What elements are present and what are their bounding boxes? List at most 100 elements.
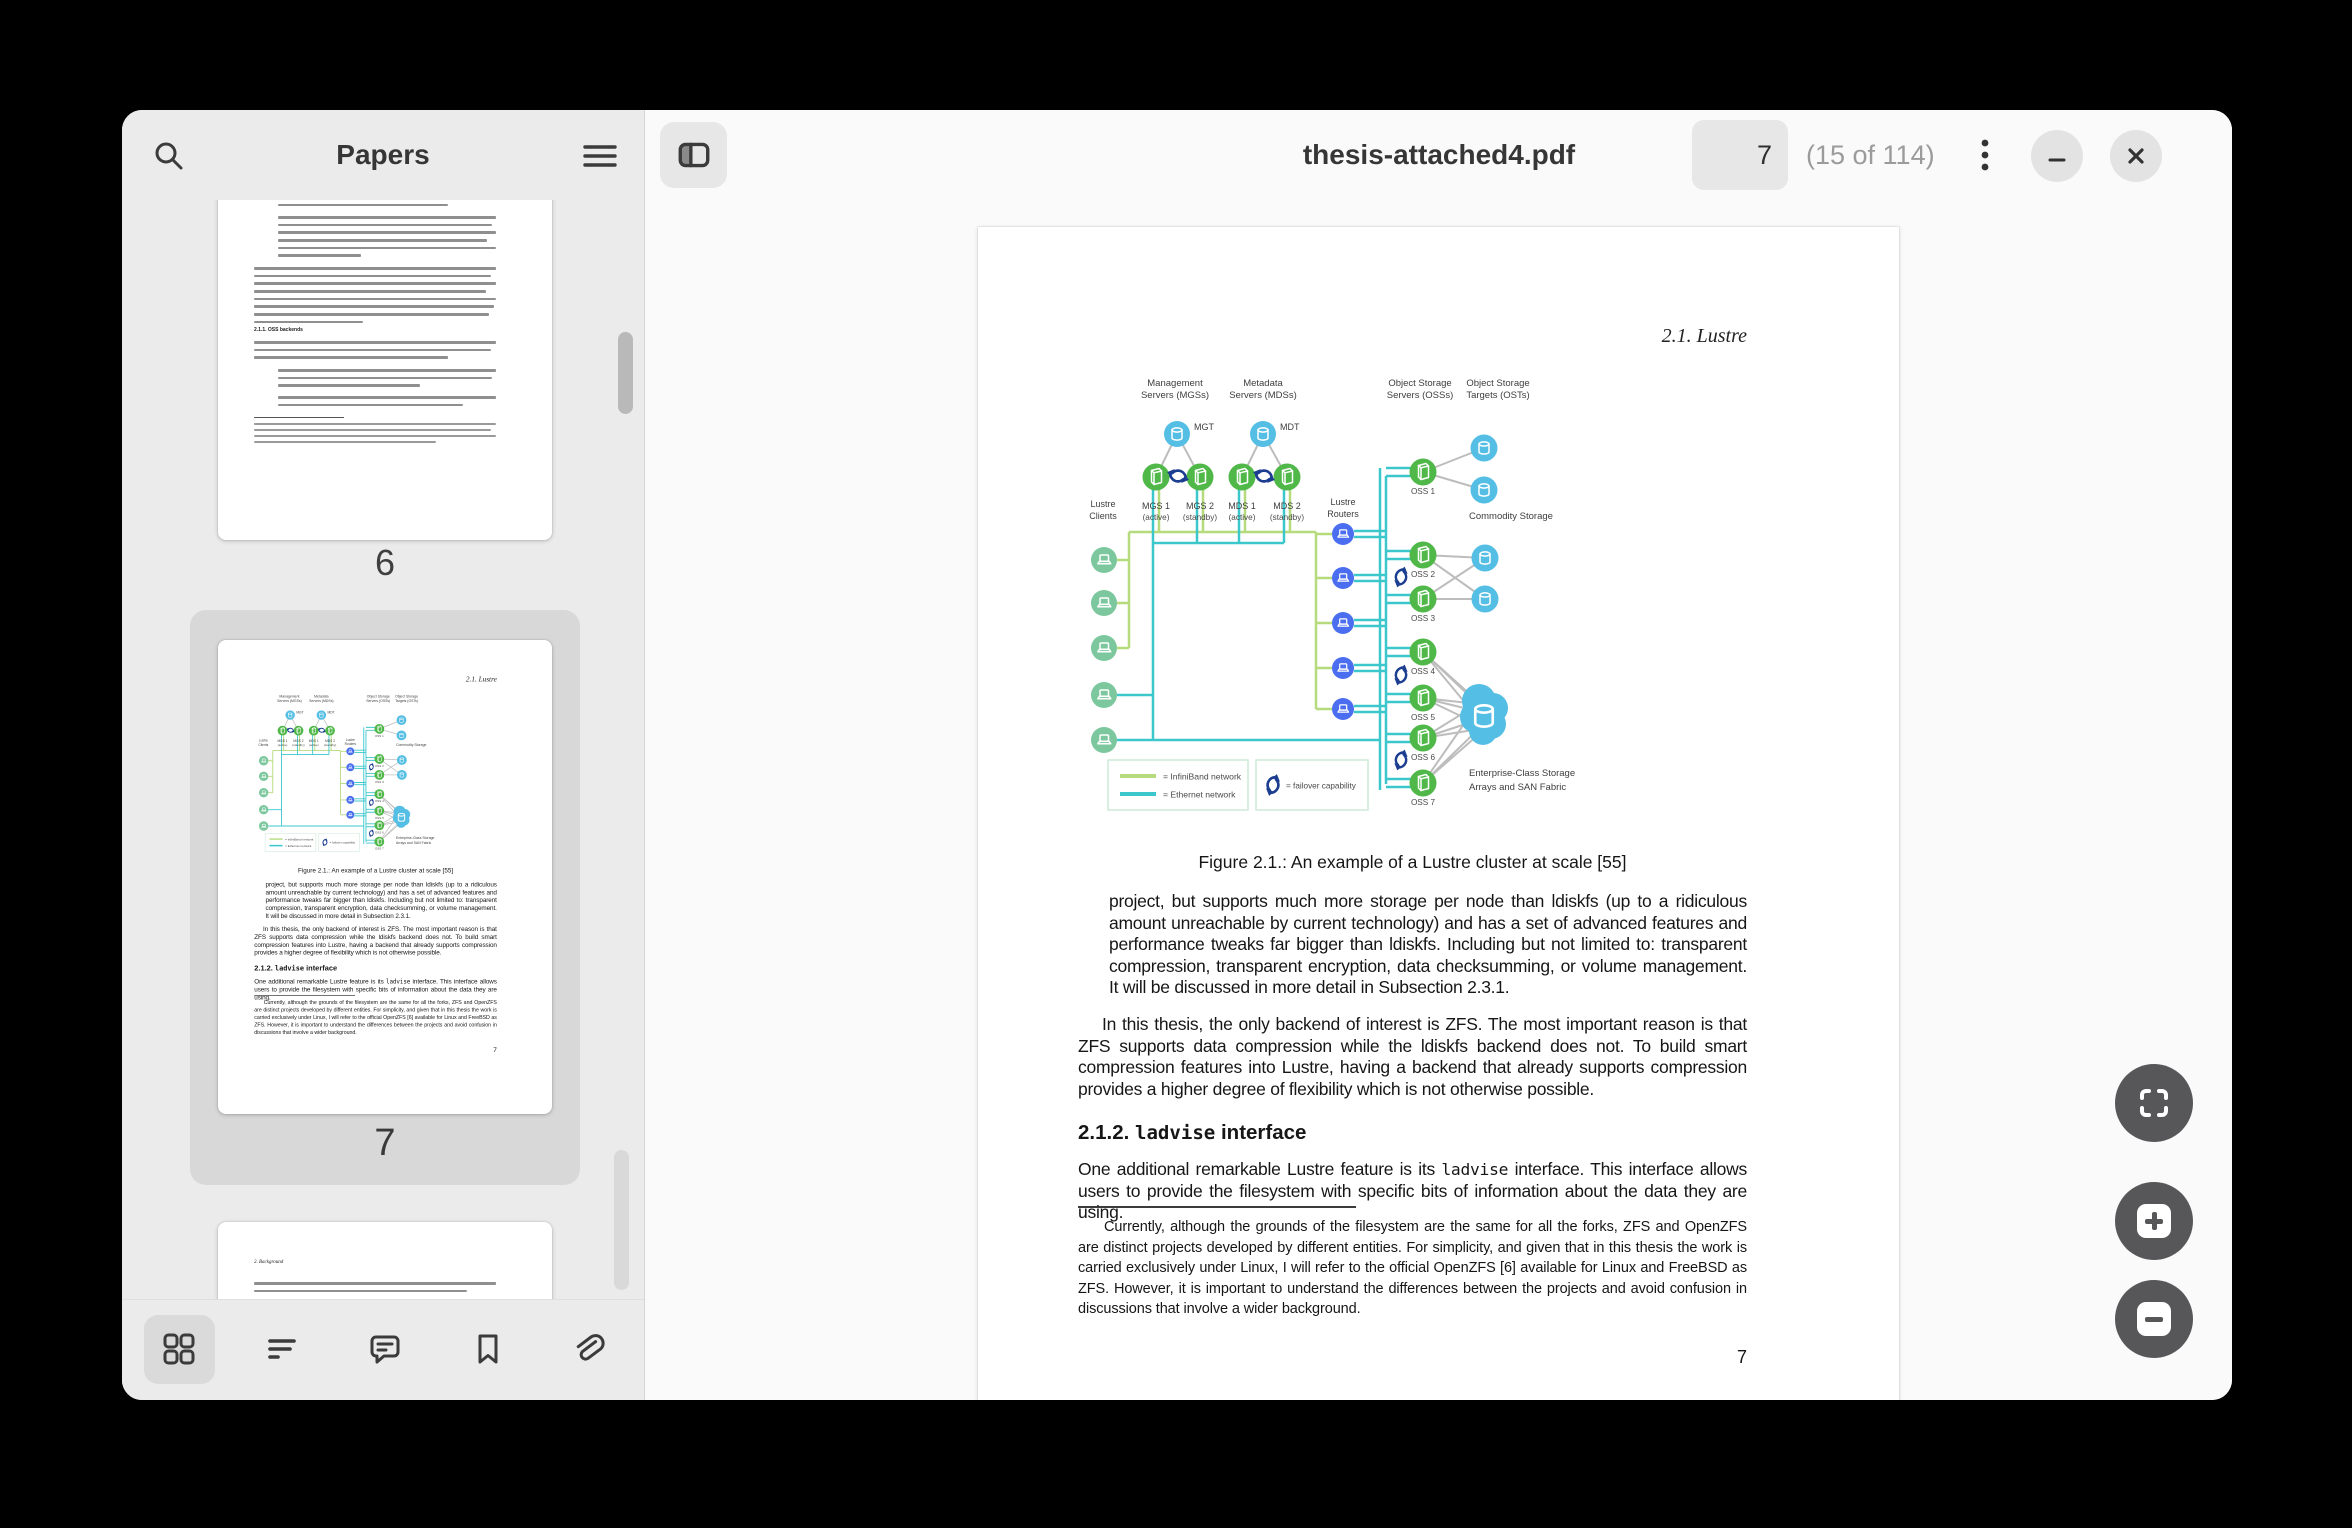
thumbnail-page-7-selected[interactable]: 2.1. Lustre (190, 610, 580, 1185)
oss6-label: OSS 6 (1411, 753, 1436, 762)
paragraph-2: In this thesis, the only backend of inte… (254, 925, 497, 956)
legend-failover: = failover capability (330, 841, 356, 845)
mgs1-state: (active) (1143, 513, 1170, 522)
attachments-view-button[interactable] (569, 1331, 605, 1367)
zoom-in-button[interactable] (2115, 1182, 2193, 1260)
footnote-rule (254, 417, 344, 418)
oss2-label: OSS 2 (375, 764, 384, 768)
zoom-out-button[interactable] (2115, 1280, 2193, 1358)
annotations-view-button[interactable] (367, 1331, 403, 1367)
minimize-button[interactable] (2031, 130, 2083, 182)
thumbnail-page-6[interactable]: 2.1.1. OSS backends (218, 200, 552, 540)
routers-label-2: Routers (345, 742, 357, 746)
thumb6-heading: 2.1.1. OSS backends (254, 327, 303, 333)
close-button[interactable] (2110, 130, 2162, 182)
mdt-label: MDT (328, 711, 335, 715)
sidebar-scrollbar-thumb[interactable] (618, 332, 633, 414)
routers-label-1: Lustre (1330, 497, 1355, 507)
oss5-label: OSS 5 (375, 816, 384, 820)
text-lines-placeholder (254, 1282, 496, 1297)
hamburger-icon (582, 138, 618, 174)
text-lines-placeholder (254, 341, 496, 364)
oss4-label: OSS 4 (1411, 667, 1436, 676)
sidebar-title: Papers (122, 110, 644, 200)
main-area: thesis-attached4.pdf (15 of 114) (646, 110, 2232, 1400)
thumbnail-list: 2.1.1. OSS backends 6 2.1. Lustre (122, 200, 644, 1300)
outline-view-button[interactable] (264, 1331, 300, 1367)
text-lines-placeholder (278, 396, 496, 411)
bookmarks-view-button[interactable] (470, 1331, 506, 1367)
legend-ethernet: = Ethernet network (285, 844, 312, 848)
mdt-label: MDT (1280, 422, 1300, 432)
oss6-label: OSS 6 (375, 830, 384, 834)
fullscreen-button[interactable] (2115, 1064, 2193, 1142)
thumbnail-page-8[interactable]: 2. Background (218, 1222, 552, 1300)
paragraph-2: In this thesis, the only backend of inte… (1078, 1014, 1747, 1100)
clients-label-1: Lustre (1090, 499, 1115, 509)
footnote-text: Currently, although the grounds of the f… (254, 999, 497, 1036)
mds2-label: MDS 2 (1273, 501, 1301, 511)
kebab-icon (1979, 135, 1991, 175)
enterprise-storage-label-1: Enterprise-Class Storage (396, 836, 434, 840)
clients-label-2: Clients (258, 743, 268, 747)
col-oss-1: Object Storage (1388, 378, 1451, 389)
section-mono: ladvise (275, 965, 304, 973)
footnote-text: Currently, although the grounds of the f… (1078, 1217, 1747, 1320)
running-header: 2.1. Lustre (1662, 325, 1747, 348)
legend-infiniband: = InfiniBand network (285, 837, 314, 841)
thumbnails-view-button[interactable] (161, 1331, 197, 1367)
commodity-storage-label: Commodity Storage (396, 743, 426, 747)
col-meta-1: Metadata (1243, 378, 1283, 389)
mgs1-label: MGS 1 (1142, 501, 1170, 511)
mds2-state: (standby) (324, 743, 336, 747)
menu-kebab-button[interactable] (1965, 135, 2005, 175)
page-number-input[interactable] (1692, 120, 1788, 190)
pdf-page: 2.1. Lustre (978, 227, 1899, 1400)
oss7-label: OSS 7 (375, 847, 384, 851)
col-ost-1: Object Storage (1466, 378, 1529, 389)
papers-window: Papers 2.1.1. OSS backends (122, 110, 2232, 1400)
col-oss-2: Servers (OSSs) (366, 699, 390, 703)
mgs2-label: MGS 2 (1186, 501, 1214, 511)
enterprise-storage-blob (1460, 684, 1508, 745)
mds1-label: MDS 1 (1228, 501, 1256, 511)
document-view: 2.1. Lustre (646, 200, 2232, 1400)
page-number: 7 (1737, 1347, 1747, 1368)
oss1-label: OSS 1 (375, 734, 384, 738)
text-lines-placeholder (254, 423, 496, 447)
legend-failover: = failover capability (1286, 782, 1357, 791)
section-heading: 2.1.2. ladvise interface (254, 964, 337, 973)
paragraph-1: project, but supports much more storage … (266, 881, 497, 920)
main-menu-button[interactable] (578, 134, 622, 178)
oss4-label: OSS 4 (375, 799, 384, 803)
sidebar-scrollbar-track[interactable] (614, 1150, 629, 1290)
legend-ethernet: = Ethernet network (1163, 790, 1236, 800)
zoom-in-icon (2137, 1204, 2171, 1238)
paragraph-3-mono: ladvise (386, 978, 410, 985)
lustre-cluster-diagram: = InfiniBand network = Ethernet network … (255, 688, 509, 862)
fullscreen-icon (2137, 1086, 2171, 1120)
outline-icon (264, 1331, 300, 1367)
oss5-label: OSS 5 (1411, 713, 1436, 722)
enterprise-storage-label-2: Arrays and SAN Fabric (396, 841, 431, 845)
main-header: thesis-attached4.pdf (15 of 114) (646, 110, 2232, 200)
figure-caption: Figure 2.1.: An example of a Lustre clus… (254, 867, 497, 875)
oss2-label: OSS 2 (1411, 570, 1436, 579)
mds2-state: (standby) (1270, 513, 1304, 522)
clients-label-2: Clients (1089, 511, 1117, 521)
enterprise-storage-blob (393, 806, 410, 828)
bookmark-icon (470, 1331, 506, 1367)
screen: Papers 2.1.1. OSS backends (0, 0, 2352, 1528)
footnote-rule (254, 995, 355, 996)
mgt-label: MGT (1194, 422, 1214, 432)
col-meta-2: Servers (MDSs) (309, 699, 333, 703)
commodity-storage-label: Commodity Storage (1469, 511, 1553, 522)
paragraph-3-pre: One additional remarkable Lustre feature… (254, 978, 386, 985)
paragraph-3-mono: ladvise (1441, 1160, 1508, 1179)
minimize-icon (2047, 146, 2067, 166)
section-heading: 2.1.2. ladvise interface (1078, 1121, 1306, 1145)
close-icon (2126, 146, 2146, 166)
page-number: 7 (493, 1046, 497, 1054)
section-number: 2.1.2. (1078, 1121, 1129, 1144)
paragraph-3-pre: One additional remarkable Lustre feature… (1078, 1159, 1441, 1179)
